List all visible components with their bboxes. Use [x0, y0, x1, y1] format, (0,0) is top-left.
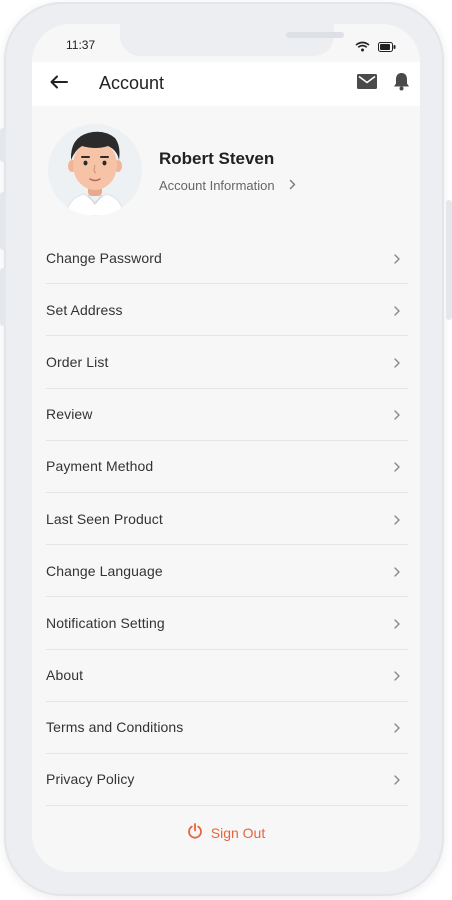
menu-item-label: About	[46, 667, 84, 684]
notifications-button[interactable]	[390, 72, 412, 96]
chevron-right-icon	[392, 773, 402, 786]
status-time: 11:37	[66, 38, 96, 52]
speaker-grille	[286, 32, 344, 38]
volume-up-button	[0, 192, 6, 250]
menu-item-label: Last Seen Product	[46, 510, 163, 527]
app-bar: Account	[32, 62, 420, 106]
chevron-right-icon	[392, 669, 402, 681]
account-menu: Change Password Set Address Order List R…	[46, 232, 408, 807]
page-title: Account	[99, 73, 165, 93]
menu-item-label: Privacy Policy	[46, 771, 135, 788]
volume-down-button	[0, 268, 6, 326]
menu-item-last-seen-product[interactable]: Last Seen Product	[46, 493, 408, 546]
chevron-right-icon	[392, 513, 402, 525]
mute-switch	[0, 128, 6, 162]
menu-item-about[interactable]: About	[46, 650, 408, 702]
chevron-right-icon	[392, 252, 402, 264]
menu-item-order-list[interactable]: Order List	[46, 336, 408, 389]
avatar[interactable]	[48, 124, 142, 216]
menu-item-label: Terms and Conditions	[46, 719, 184, 736]
menu-item-privacy-policy[interactable]: Privacy Policy	[46, 754, 408, 807]
status-icons	[355, 39, 396, 57]
menu-item-notification-setting[interactable]: Notification Setting	[46, 597, 408, 650]
menu-item-label: Review	[46, 406, 93, 423]
avatar-illustration	[48, 124, 142, 216]
menu-item-label: Notification Setting	[46, 614, 165, 631]
account-information-label: Account Information	[159, 178, 275, 193]
bell-icon	[393, 72, 410, 96]
chevron-right-icon	[392, 565, 402, 577]
battery-icon	[378, 39, 396, 57]
sign-out-button[interactable]: Sign Out	[32, 819, 420, 847]
chevron-right-icon	[392, 408, 402, 420]
phone-screen: 11:37 Account Robert Steven Account Info…	[32, 24, 420, 872]
menu-item-label: Set Address	[46, 301, 123, 318]
notch	[120, 24, 344, 56]
account-information-link[interactable]: Account Information	[159, 178, 296, 193]
back-arrow-icon	[50, 75, 68, 94]
chevron-right-icon	[392, 304, 402, 316]
mail-icon	[357, 74, 377, 94]
menu-item-set-address[interactable]: Set Address	[46, 284, 408, 337]
sign-out-label: Sign Out	[210, 825, 266, 841]
power-side-button	[446, 200, 452, 320]
menu-item-label: Payment Method	[46, 458, 154, 475]
profile-section: Robert Steven Account Information	[32, 106, 420, 236]
mail-button[interactable]	[356, 73, 378, 95]
chevron-right-icon	[392, 617, 402, 629]
menu-item-review[interactable]: Review	[46, 389, 408, 441]
menu-item-label: Change Language	[46, 562, 163, 579]
chevron-right-icon	[392, 460, 402, 473]
power-icon	[187, 822, 203, 844]
chevron-right-icon	[289, 178, 296, 193]
wifi-icon	[355, 39, 370, 57]
menu-item-change-language[interactable]: Change Language	[46, 545, 408, 598]
menu-item-terms-and-conditions[interactable]: Terms and Conditions	[46, 702, 408, 754]
menu-item-label: Order List	[46, 353, 109, 370]
chevron-right-icon	[392, 721, 402, 733]
profile-name: Robert Steven	[159, 149, 275, 168]
menu-item-payment-method[interactable]: Payment Method	[46, 441, 408, 493]
chevron-right-icon	[392, 356, 402, 368]
menu-item-label: Change Password	[46, 249, 162, 266]
menu-item-change-password[interactable]: Change Password	[46, 232, 408, 285]
back-button[interactable]	[46, 71, 72, 97]
